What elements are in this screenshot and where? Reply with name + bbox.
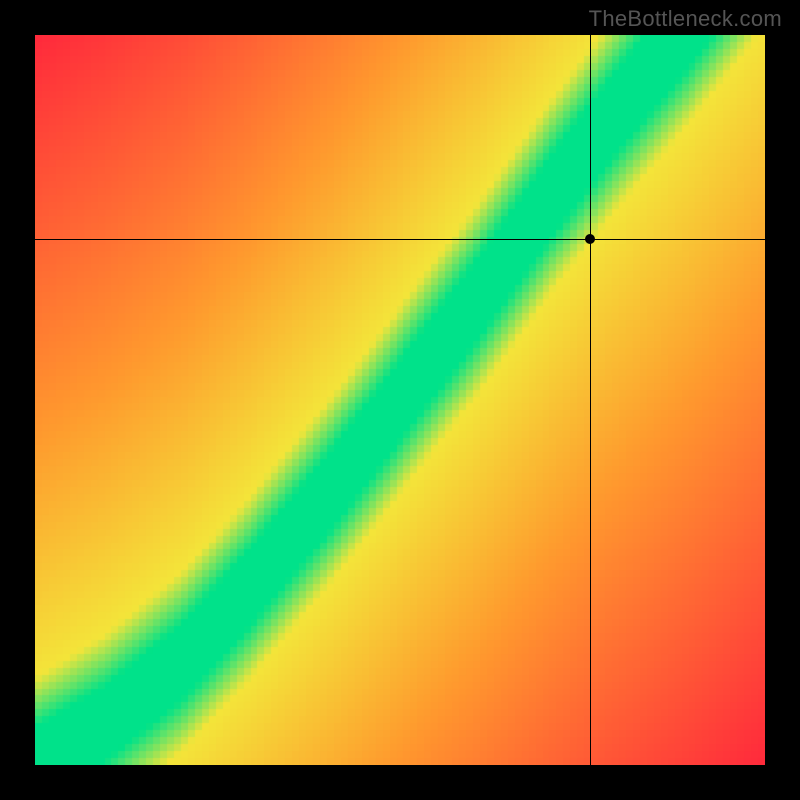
heatmap-plot	[35, 35, 765, 765]
heatmap-canvas	[35, 35, 765, 765]
crosshair-horizontal	[35, 239, 765, 240]
watermark-text: TheBottleneck.com	[589, 6, 782, 32]
crosshair-marker	[585, 234, 595, 244]
crosshair-vertical	[590, 35, 591, 765]
